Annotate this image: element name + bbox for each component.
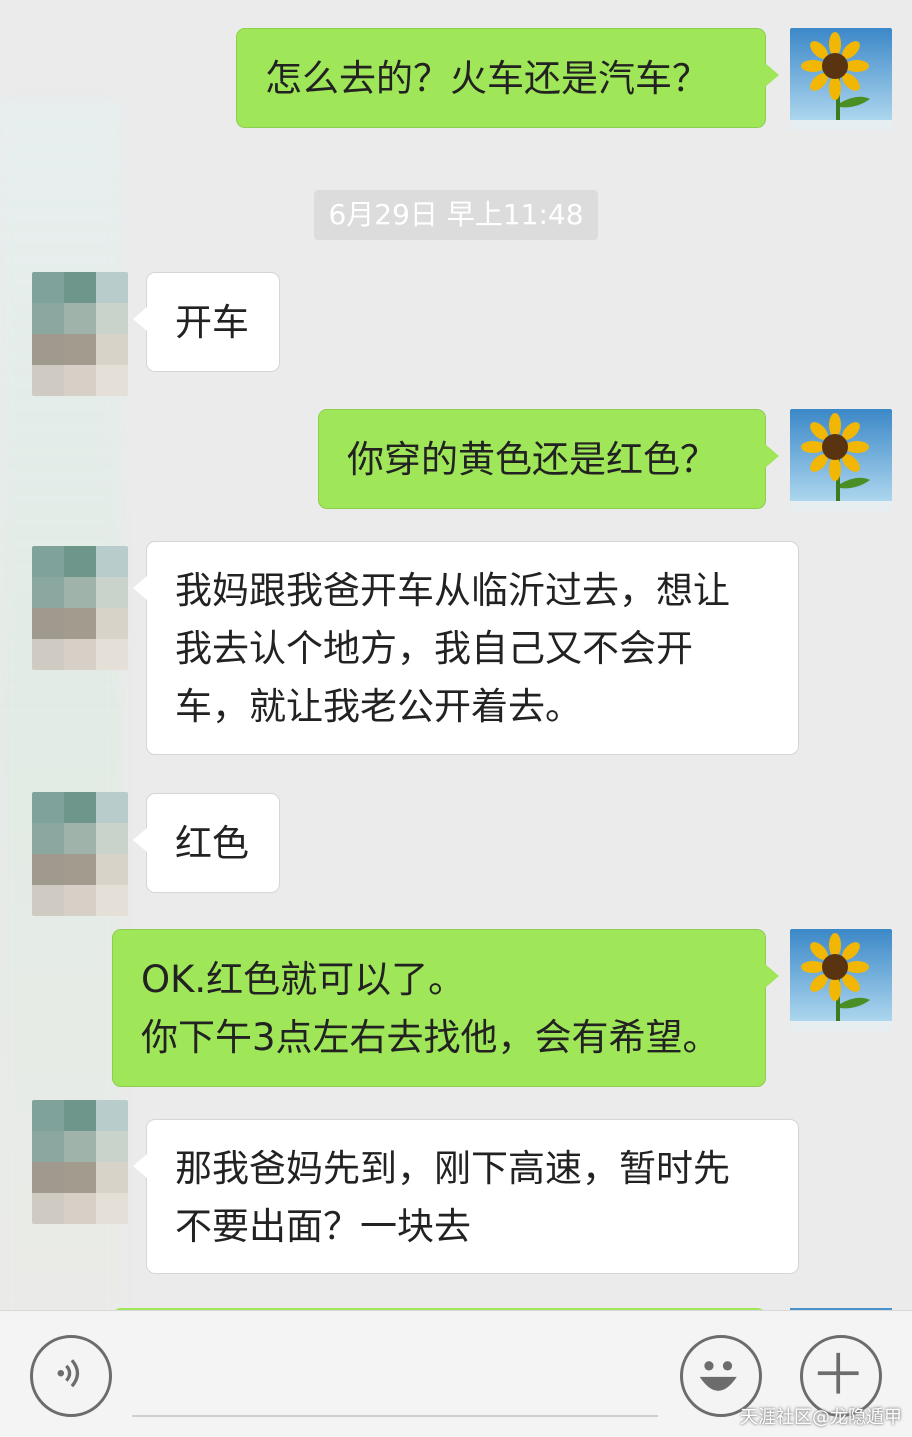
message-text: 开车: [175, 301, 249, 344]
message-bubble-outgoing[interactable]: OK.红色就可以了。 你下午3点左右去找他，会有希望。: [112, 929, 779, 1087]
voice-wave-icon: [57, 1359, 80, 1388]
message-text-line: OK.红色就可以了。: [141, 958, 466, 1001]
pixelated-avatar: [32, 272, 128, 396]
chat-area[interactable]: 怎么去的？火车还是汽车？ 6月29日 早上11:48 开车 你穿的黄色还是红色？…: [0, 0, 912, 1310]
message-bubble-outgoing[interactable]: 你穿的黄色还是红色？: [318, 409, 779, 509]
message-text-line: 那我爸妈先到，刚下高速，暂时先: [175, 1147, 730, 1190]
message-bubble-outgoing[interactable]: 怎么去的？火车还是汽车？: [236, 28, 779, 128]
pixelated-avatar: [32, 546, 128, 670]
timestamp-label: 6月29日 早上11:48: [314, 190, 598, 240]
message-text-line: 我妈跟我爸开车从临沂过去，想让: [175, 569, 730, 612]
sunflower-icon: [790, 929, 892, 1031]
message-bubble-incoming[interactable]: 红色: [133, 793, 280, 893]
message-text-line: 你下午3点左右去找他，会有希望。: [141, 1016, 720, 1059]
voice-button[interactable]: [30, 1335, 112, 1417]
contact-avatar[interactable]: [32, 546, 128, 670]
sunflower-icon: [790, 28, 892, 130]
watermark: 天涯社区@龙隐遁甲: [740, 1407, 902, 1428]
message-text-line: 我去认个地方，我自己又不会开: [175, 627, 693, 670]
message-text: 怎么去的？火车还是汽车？: [265, 57, 709, 100]
self-avatar[interactable]: [790, 929, 892, 1031]
message-text: 红色: [175, 822, 249, 865]
message-text-line: 车，就让我老公开着去。: [175, 685, 582, 728]
input-bar: 天涯社区@龙隐遁甲: [0, 1310, 912, 1437]
message-text: 你穿的黄色还是红色？: [347, 438, 717, 481]
message-bubble-incoming[interactable]: 我妈跟我爸开车从临沂过去，想让 我去认个地方，我自己又不会开 车，就让我老公开着…: [133, 541, 799, 755]
pixelated-avatar: [32, 792, 128, 916]
sunflower-icon: [790, 409, 892, 511]
message-text-line: 不要出面？一块去: [175, 1205, 471, 1248]
pixelated-avatar: [32, 1100, 128, 1224]
self-avatar[interactable]: [790, 409, 892, 511]
contact-avatar[interactable]: [32, 792, 128, 916]
contact-avatar[interactable]: [32, 1100, 128, 1224]
contact-avatar[interactable]: [32, 272, 128, 396]
self-avatar[interactable]: [790, 28, 892, 130]
message-bubble-incoming[interactable]: 开车: [133, 272, 280, 372]
message-bubble-incoming[interactable]: 那我爸妈先到，刚下高速，暂时先 不要出面？一块去: [133, 1119, 799, 1274]
message-input[interactable]: [132, 1415, 658, 1417]
